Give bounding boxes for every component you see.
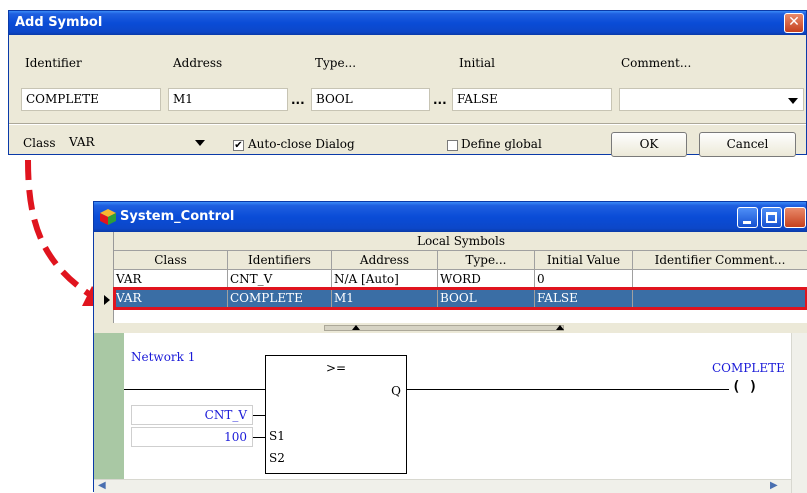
column-header-identifiers[interactable]: Identifiers <box>228 251 332 270</box>
grid-title: Local Symbols <box>114 232 807 251</box>
rung-wire <box>124 389 265 390</box>
pin-s2-label: S2 <box>269 451 285 465</box>
output-wire <box>407 389 729 390</box>
maximize-icon[interactable] <box>761 207 782 228</box>
column-header-type[interactable]: Type... <box>438 251 535 270</box>
chevron-up-icon[interactable] <box>556 325 564 330</box>
system-control-window: System_Control Local Symbols Class Ident… <box>93 201 807 493</box>
comparison-block[interactable]: >= Q S1 S2 <box>265 355 407 474</box>
s1-wire <box>253 415 265 416</box>
pin-q-label: Q <box>391 384 401 398</box>
column-header-identifier-comment[interactable]: Identifier Comment... <box>633 251 807 270</box>
s2-wire <box>253 437 265 438</box>
row-pointer-icon <box>104 295 110 305</box>
window-title: System_Control <box>120 209 235 224</box>
selection-highlight <box>113 287 807 310</box>
pin-s1-label: S1 <box>269 429 285 443</box>
s2-input[interactable]: 100 <box>131 427 253 447</box>
close-icon[interactable] <box>784 207 806 228</box>
chevron-up-icon[interactable] <box>352 325 360 330</box>
cube-icon <box>100 209 116 225</box>
chevron-right-icon[interactable]: ▶ <box>770 480 778 491</box>
column-header-address[interactable]: Address <box>332 251 438 270</box>
vertical-scrollbar[interactable] <box>791 333 807 493</box>
row-selector-column <box>94 232 114 323</box>
column-header-initial-value[interactable]: Initial Value <box>535 251 633 270</box>
network-label: Network 1 <box>131 350 196 364</box>
minimize-icon[interactable] <box>737 207 758 228</box>
s1-input[interactable]: CNT_V <box>131 405 253 425</box>
window-title-bar: System_Control <box>94 202 806 232</box>
chevron-left-icon[interactable]: ◀ <box>98 480 106 491</box>
block-operator: >= <box>326 361 347 375</box>
horizontal-scrollbar[interactable]: ◀ ▶ <box>94 479 791 493</box>
column-header-class[interactable]: Class <box>114 251 228 270</box>
coil-symbol[interactable]: ( ) <box>732 379 758 395</box>
ladder-editor[interactable]: Network 1 >= Q S1 S2 CNT_V 100 COMPLETE … <box>94 333 807 493</box>
coil-label: COMPLETE <box>712 361 785 375</box>
pane-splitter[interactable] <box>94 323 807 333</box>
power-rail <box>94 333 124 483</box>
